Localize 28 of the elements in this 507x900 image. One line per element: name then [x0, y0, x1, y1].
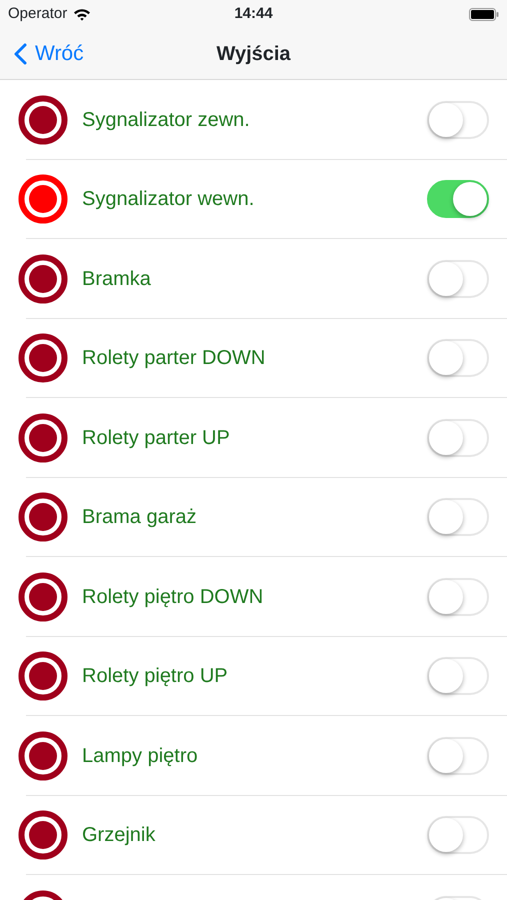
output-label: Sygnalizator zewn. — [82, 108, 250, 133]
status-indicator-icon — [18, 412, 68, 463]
status-indicator-icon — [18, 254, 68, 304]
wifi-icon — [73, 8, 92, 20]
carrier-label: Operator — [8, 4, 68, 24]
status-indicator-icon — [18, 94, 68, 145]
output-label: Brama garaż — [82, 505, 196, 530]
status-indicator-icon — [18, 174, 68, 224]
output-label: Rolety parter DOWN — [82, 346, 266, 372]
status-indicator-icon — [18, 810, 68, 860]
status-indicator-icon — [18, 572, 68, 622]
battery-icon — [469, 8, 499, 20]
output-label: Lampy piętro — [82, 744, 198, 769]
output-label: Rolety piętro DOWN — [82, 584, 264, 610]
screen-title: Wyjścia — [216, 42, 291, 66]
back-button[interactable]: Wróć — [0, 38, 84, 70]
time-label: 14:44 — [234, 4, 273, 22]
chevron-left-icon — [14, 42, 27, 64]
output-label: Rolety parter UP — [82, 426, 230, 451]
output-label: Grzejnik — [82, 823, 156, 848]
output-label: Rolety piętro UP — [82, 664, 228, 690]
toggle-switch[interactable] — [427, 180, 489, 218]
status-indicator-icon — [18, 492, 68, 542]
output-label: Sygnalizator wewn. — [82, 187, 254, 212]
status-indicator-icon — [18, 333, 68, 384]
status-indicator-icon — [18, 730, 68, 781]
status-indicator-icon — [18, 651, 68, 702]
output-label: Bramka — [82, 266, 151, 292]
